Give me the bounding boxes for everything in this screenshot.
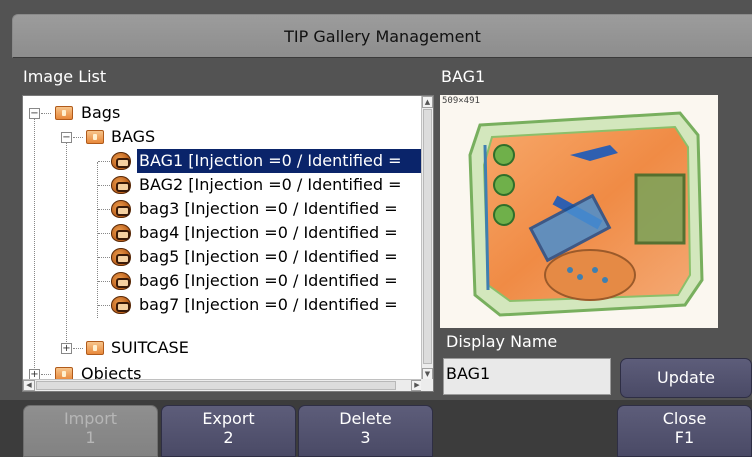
expand-icon[interactable]: +	[61, 343, 72, 354]
xray-bag-graphic	[468, 111, 704, 317]
vertical-scrollbar[interactable]: ▲ ▼	[421, 96, 433, 380]
scroll-left-icon[interactable]: ◀	[23, 380, 35, 391]
bag-image-icon	[111, 248, 131, 266]
tree-guide-line	[66, 138, 67, 348]
tree-item-bag4[interactable]: bag4 [Injection =0 / Identified =	[137, 221, 400, 245]
bag-image-icon	[111, 200, 131, 218]
tip-gallery-window: TIP Gallery Management Image List BAG1 −…	[0, 0, 752, 457]
scroll-thumb[interactable]	[423, 109, 432, 364]
bag-image-icon	[111, 272, 131, 290]
tree-item-bag3[interactable]: bag3 [Injection =0 / Identified =	[137, 197, 400, 221]
bag-image-icon	[111, 296, 131, 314]
tree-item-bag1[interactable]: BAG1 [Injection =0 / Identified =	[137, 149, 433, 173]
window-title: TIP Gallery Management	[12, 14, 752, 58]
tree-item-bag7[interactable]: bag7 [Injection =0 / Identified =	[137, 293, 400, 317]
image-dimensions: 509×491	[442, 96, 480, 106]
collapse-icon[interactable]: −	[61, 132, 72, 143]
tree-item-bags[interactable]: Bags	[79, 101, 122, 125]
import-button-key: 1	[85, 428, 96, 447]
export-button-label: Export	[202, 409, 255, 428]
preview-label: BAG1	[441, 67, 486, 86]
scroll-thumb[interactable]	[36, 381, 396, 390]
close-button-label: Close	[662, 409, 707, 428]
tree-item-bags-folder[interactable]: BAGS	[109, 125, 157, 149]
delete-button-label: Delete	[339, 409, 392, 428]
tree-item-bag6[interactable]: bag6 [Injection =0 / Identified =	[137, 269, 400, 293]
xray-preview-image: 509×491	[440, 95, 718, 328]
tree-guide-line	[34, 114, 35, 380]
folder-icon	[86, 130, 104, 144]
collapse-icon[interactable]: −	[29, 108, 40, 119]
tree-item-bag2[interactable]: BAG2 [Injection =0 / Identified =	[137, 173, 404, 197]
folder-icon	[55, 106, 73, 120]
folder-icon	[86, 341, 104, 355]
import-button-label: Import	[63, 409, 118, 428]
horizontal-scrollbar[interactable]: ◀ ▶	[23, 379, 423, 391]
update-button[interactable]: Update	[620, 358, 752, 398]
import-button[interactable]: Import 1	[23, 405, 158, 457]
bag-image-icon	[111, 176, 131, 194]
close-button[interactable]: Close F1	[617, 405, 752, 457]
display-name-label: Display Name	[446, 332, 558, 351]
tree-item-suitcase[interactable]: SUITCASE	[109, 336, 191, 360]
scroll-up-icon[interactable]: ▲	[422, 96, 433, 108]
bag-image-icon	[111, 152, 131, 170]
tree-item-bag5[interactable]: bag5 [Injection =0 / Identified =	[137, 245, 400, 269]
close-button-key: F1	[674, 428, 695, 447]
display-name-field[interactable]: BAG1	[443, 358, 611, 395]
image-list-label: Image List	[23, 67, 107, 86]
export-button-key: 2	[223, 428, 234, 447]
delete-button[interactable]: Delete 3	[298, 405, 433, 457]
image-list-tree[interactable]: − Bags − BAGS BAG1 [Injection =0 / Ident…	[22, 95, 434, 392]
delete-button-key: 3	[360, 428, 371, 447]
bag-image-icon	[111, 224, 131, 242]
scroll-corner	[421, 379, 433, 391]
export-button[interactable]: Export 2	[161, 405, 296, 457]
